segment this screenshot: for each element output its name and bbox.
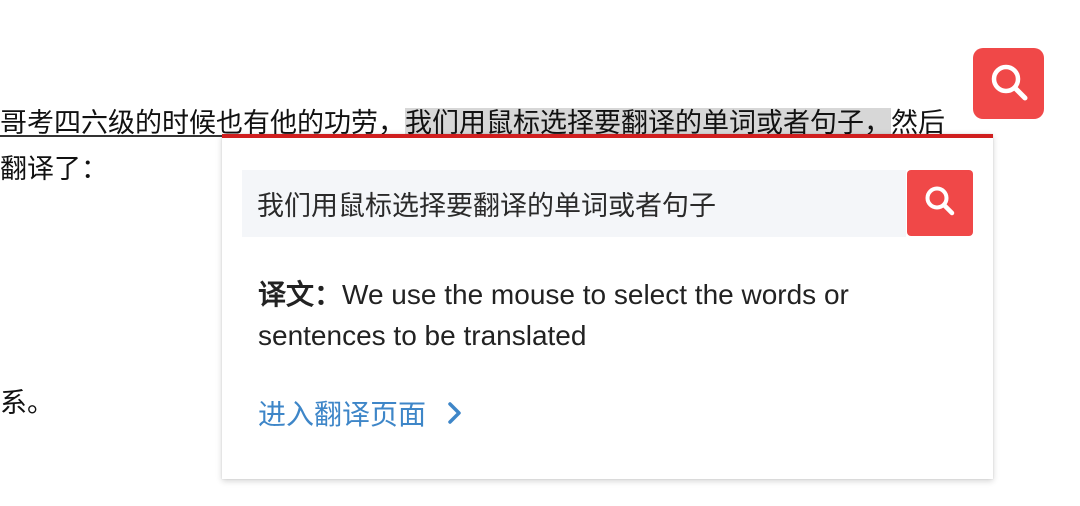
page: 哥考四六级的时候也有他的功劳，我们用鼠标选择要翻译的单词或者句子，然后 翻译了：… [0,0,1080,506]
goto-translate-page-link[interactable]: 进入翻译页面 [258,393,462,433]
search-row [242,170,973,237]
article-line-3: 系。 [0,388,54,419]
translation-text: We use the mouse to select the words or … [258,279,849,351]
chevron-right-icon [448,401,462,425]
translation-result: 译文：We use the mouse to select the words … [258,274,968,356]
goto-link-label: 进入翻译页面 [258,398,427,431]
search-button[interactable] [907,170,973,236]
translation-popup: 译文：We use the mouse to select the words … [222,134,993,479]
search-icon [923,184,957,222]
translation-label: 译文： [258,278,343,311]
search-icon [988,61,1030,107]
search-input[interactable] [242,170,906,237]
article-line-2: 翻译了： [0,154,108,185]
floating-translate-button[interactable] [973,48,1044,119]
